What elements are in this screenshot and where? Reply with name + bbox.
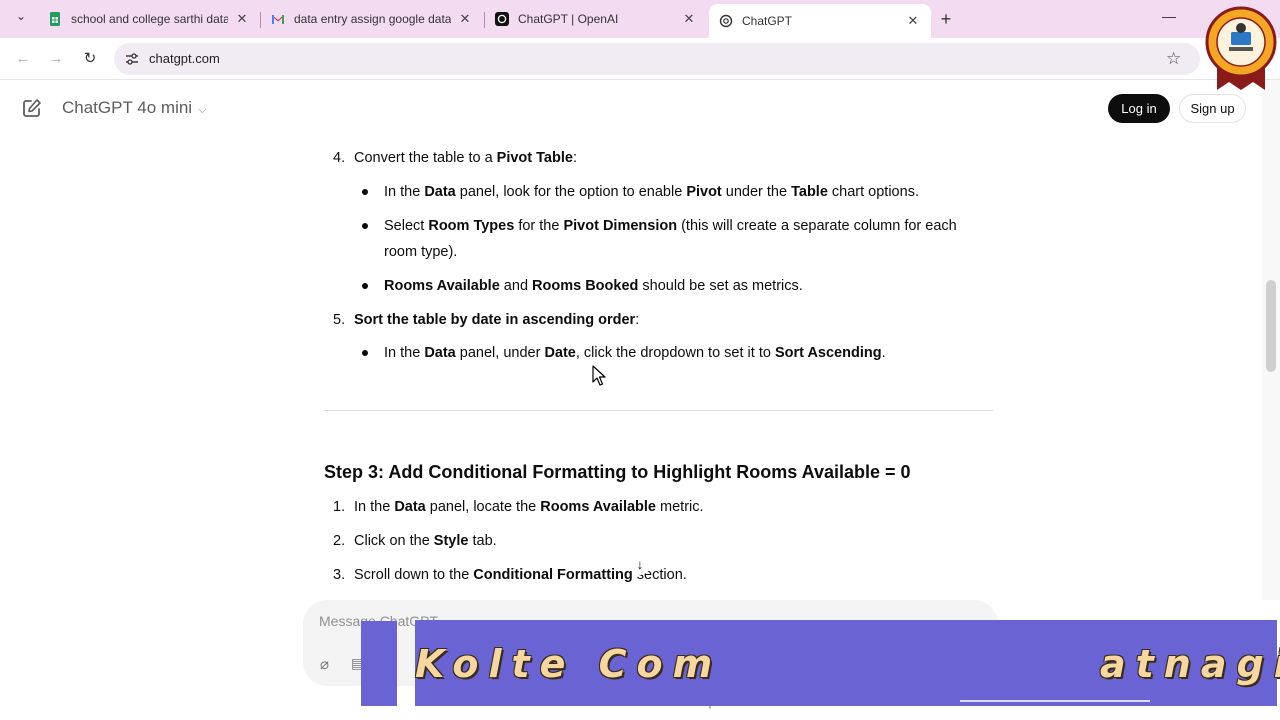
list-number: 2. [333, 533, 346, 549]
openai-icon [495, 12, 509, 26]
minimize-window-icon[interactable]: — [1162, 8, 1176, 24]
screen: ⌄ school and college sarthi data2( ✕ dat… [0, 0, 1280, 720]
list-item: Convert the table to a Pivot Table: [354, 150, 577, 166]
login-button[interactable]: Log in [1108, 94, 1170, 123]
banner-text-right: atnagiri [1100, 642, 1280, 686]
list-item: In the Data panel, locate the Rooms Avai… [354, 499, 704, 515]
tab-chatgpt-active[interactable]: ChatGPT ✕ [709, 4, 931, 38]
watermark-banner: Kolte Com atnagiri [415, 620, 1280, 706]
list-number: 3. [333, 567, 346, 583]
bookmark-star-icon[interactable]: ☆ [1166, 49, 1181, 69]
bullet-item: In the Data panel, look for the option t… [384, 184, 919, 200]
google-sheets-icon [50, 12, 60, 26]
browser-tab-strip: ⌄ school and college sarthi data2( ✕ dat… [0, 0, 1280, 38]
tab-close-icon[interactable]: ✕ [681, 11, 697, 27]
list-item: Click on the Style tab. [354, 533, 497, 549]
site-settings-icon[interactable] [124, 51, 140, 67]
bullet-item: In the Data panel, under Date, click the… [384, 345, 886, 361]
bullet-item: Select Room Types for the Pivot Dimensio… [384, 218, 957, 234]
bullet-dot [362, 223, 368, 229]
url-text: chatgpt.com [149, 51, 220, 66]
tab-title: school and college sarthi data2( [71, 12, 228, 26]
tab-gmail[interactable]: data entry assign google data s ✕ [261, 4, 483, 34]
tab-title: ChatGPT | OpenAI [518, 12, 619, 26]
reload-icon[interactable]: ↻ [80, 49, 100, 69]
tab-chatgpt-openai[interactable]: ChatGPT | OpenAI ✕ [485, 4, 707, 34]
paperclip-icon[interactable]: ⌀ [320, 655, 329, 673]
banner-accent-strip [361, 621, 397, 706]
bullet-item-continued: room type). [384, 244, 458, 260]
bullet-dot [362, 189, 368, 195]
gmail-icon [272, 15, 284, 24]
scroll-to-bottom-button[interactable]: ↓ [629, 553, 651, 575]
list-item: Sort the table by date in ascending orde… [354, 312, 640, 328]
address-bar[interactable]: chatgpt.com ☆ [114, 43, 1200, 75]
scrollbar-thumb[interactable] [1266, 280, 1276, 372]
bullet-dot [362, 283, 368, 289]
tab-search-icon[interactable]: ⌄ [10, 9, 32, 29]
banner-text-left: Kolte Com [415, 642, 723, 686]
tab-title: ChatGPT [742, 14, 793, 28]
bullet-dot [362, 350, 368, 356]
tab-title: data entry assign google data s [294, 12, 451, 26]
tab-sheets[interactable]: school and college sarthi data2( ✕ [38, 4, 260, 34]
list-number: 4. [333, 150, 346, 166]
training-center-logo [1205, 6, 1277, 90]
chevron-down-icon: ⌵ [198, 104, 207, 116]
tab-close-icon[interactable]: ✕ [234, 11, 250, 27]
model-selector[interactable]: ChatGPT 4o mini ⌵ [62, 98, 206, 118]
new-tab-icon[interactable]: + [936, 8, 956, 30]
back-arrow-icon[interactable]: ← [13, 49, 33, 69]
assistant-message: 4. Convert the table to a Pivot Table: I… [0, 136, 1262, 600]
tab-close-icon[interactable]: ✕ [905, 13, 921, 29]
browser-toolbar: ← → ↻ chatgpt.com ☆ [0, 38, 1280, 80]
list-number: 5. [333, 312, 346, 328]
new-chat-icon[interactable] [22, 98, 42, 118]
forward-arrow-icon[interactable]: → [46, 49, 66, 69]
mouse-cursor-icon [592, 365, 606, 386]
chatgpt-header: ChatGPT 4o mini ⌵ Log in Sign up [0, 80, 1280, 136]
list-number: 1. [333, 499, 346, 515]
banner-underline [960, 700, 1150, 702]
tab-close-icon[interactable]: ✕ [457, 11, 473, 27]
model-name: ChatGPT 4o mini [62, 98, 193, 117]
section-heading: Step 3: Add Conditional Formatting to Hi… [324, 462, 911, 482]
section-divider [324, 410, 993, 411]
bullet-item: Rooms Available and Rooms Booked should … [384, 278, 803, 294]
openai-icon [719, 14, 733, 28]
signup-button[interactable]: Sign up [1179, 94, 1246, 123]
